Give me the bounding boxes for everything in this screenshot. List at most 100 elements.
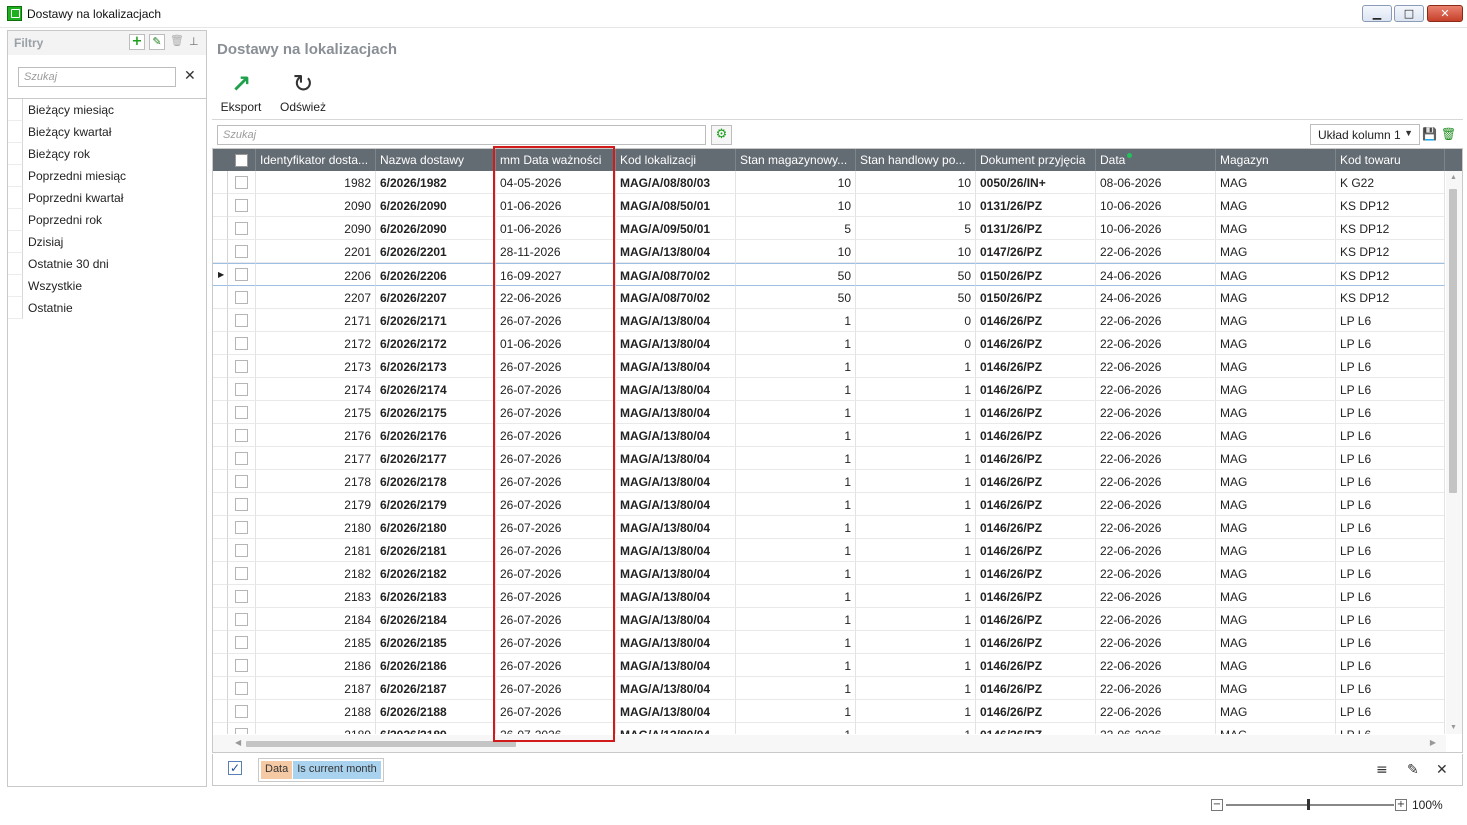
row-checkbox[interactable] <box>235 199 248 212</box>
column-header-delivery-id[interactable]: Identyfikator dosta... <box>256 149 376 171</box>
filter-item[interactable]: Ostatnie <box>8 297 206 319</box>
cell-receipt-document[interactable]: 0147/26/PZ <box>976 240 1096 263</box>
cell-trade-quantity[interactable]: 1 <box>856 493 976 516</box>
cell-product-code[interactable]: LP L6 <box>1336 608 1445 631</box>
cell-trade-quantity[interactable]: 10 <box>856 194 976 217</box>
cell-receipt-document[interactable]: 0146/26/PZ <box>976 654 1096 677</box>
cell-receipt-document[interactable]: 0146/26/PZ <box>976 608 1096 631</box>
column-header-location-code[interactable]: Kod lokalizacji <box>616 149 736 171</box>
cell-date[interactable]: 22-06-2026 <box>1096 493 1216 516</box>
cell-date[interactable]: 22-06-2026 <box>1096 240 1216 263</box>
cell-location-code[interactable]: MAG/A/13/80/04 <box>616 608 736 631</box>
cell-warehouse[interactable]: MAG <box>1216 217 1336 240</box>
cell-location-code[interactable]: MAG/A/13/80/04 <box>616 493 736 516</box>
cell-stock-quantity[interactable]: 10 <box>736 171 856 194</box>
row-checkbox[interactable] <box>235 245 248 258</box>
cell-stock-quantity[interactable]: 1 <box>736 424 856 447</box>
cell-location-code[interactable]: MAG/A/08/70/02 <box>616 263 736 286</box>
row-indicator[interactable] <box>213 355 228 378</box>
table-row[interactable]: 2187 6/2026/2187 26-07-2026 MAG/A/13/80/04 1… <box>213 677 1445 700</box>
cell-trade-quantity[interactable]: 1 <box>856 631 976 654</box>
cell-warehouse[interactable]: MAG <box>1216 286 1336 309</box>
cell-trade-quantity[interactable]: 50 <box>856 263 976 286</box>
cell-stock-quantity[interactable]: 1 <box>736 677 856 700</box>
table-row[interactable]: 2172 6/2026/2172 01-06-2026 MAG/A/13/80/04 1… <box>213 332 1445 355</box>
zoom-slider-thumb[interactable] <box>1307 799 1310 810</box>
cell-stock-quantity[interactable]: 1 <box>736 654 856 677</box>
cell-warehouse[interactable]: MAG <box>1216 723 1336 734</box>
cell-stock-quantity[interactable]: 1 <box>736 516 856 539</box>
cell-stock-quantity[interactable]: 1 <box>736 378 856 401</box>
cell-warehouse[interactable]: MAG <box>1216 654 1336 677</box>
cell-date[interactable]: 22-06-2026 <box>1096 378 1216 401</box>
row-checkbox[interactable] <box>235 222 248 235</box>
row-indicator[interactable] <box>213 332 228 355</box>
cell-receipt-document[interactable]: 0146/26/PZ <box>976 539 1096 562</box>
cell-expiry-date[interactable]: 01-06-2026 <box>496 332 616 355</box>
cell-expiry-date[interactable]: 26-07-2026 <box>496 608 616 631</box>
cell-product-code[interactable]: LP L6 <box>1336 309 1445 332</box>
cell-delivery-name[interactable]: 6/2026/2207 <box>376 286 496 309</box>
cell-date[interactable]: 22-06-2026 <box>1096 723 1216 734</box>
cell-trade-quantity[interactable]: 1 <box>856 654 976 677</box>
cell-product-code[interactable]: KS DP12 <box>1336 263 1445 286</box>
edit-filter-icon[interactable]: ✎ <box>1407 762 1419 778</box>
cell-product-code[interactable]: LP L6 <box>1336 378 1445 401</box>
row-checkbox[interactable] <box>235 475 248 488</box>
minimize-button[interactable]: ▁ <box>1362 5 1392 22</box>
cell-stock-quantity[interactable]: 1 <box>736 585 856 608</box>
cell-trade-quantity[interactable]: 10 <box>856 240 976 263</box>
cell-product-code[interactable]: KS DP12 <box>1336 240 1445 263</box>
cell-receipt-document[interactable]: 0146/26/PZ <box>976 562 1096 585</box>
column-header-delivery-name[interactable]: Nazwa dostawy <box>376 149 496 171</box>
row-indicator[interactable] <box>213 401 228 424</box>
row-checkbox[interactable] <box>235 567 248 580</box>
filter-item[interactable]: Poprzedni kwartał <box>8 187 206 209</box>
cell-trade-quantity[interactable]: 1 <box>856 539 976 562</box>
table-row[interactable]: 21896/2026/218926-07-2026MAG/A/13/80/041… <box>213 723 1445 734</box>
column-header-warehouse[interactable]: Magazyn <box>1216 149 1336 171</box>
horizontal-scroll-thumb[interactable] <box>246 741 516 747</box>
column-header-receipt-document[interactable]: Dokument przyjęcia <box>976 149 1096 171</box>
cell-delivery-id[interactable]: 1982 <box>256 171 376 194</box>
cell-delivery-name[interactable]: 6/2026/2185 <box>376 631 496 654</box>
filter-item[interactable]: Dzisiaj <box>8 231 206 253</box>
cell-expiry-date[interactable]: 01-06-2026 <box>496 217 616 240</box>
cell-date[interactable]: 22-06-2026 <box>1096 447 1216 470</box>
row-checkbox[interactable] <box>235 452 248 465</box>
row-indicator[interactable] <box>213 608 228 631</box>
cell-trade-quantity[interactable]: 10 <box>856 171 976 194</box>
delete-filter-button[interactable]: 🗑 <box>169 34 185 50</box>
cell-product-code[interactable]: LP L6 <box>1336 447 1445 470</box>
row-indicator[interactable] <box>213 171 228 194</box>
cell-warehouse[interactable]: MAG <box>1216 539 1336 562</box>
row-checkbox[interactable] <box>235 636 248 649</box>
cell-date[interactable]: 22-06-2026 <box>1096 309 1216 332</box>
cell-delivery-name[interactable]: 6/2026/2174 <box>376 378 496 401</box>
row-checkbox[interactable] <box>235 544 248 557</box>
cell-expiry-date[interactable]: 26-07-2026 <box>496 539 616 562</box>
cell-warehouse[interactable]: MAG <box>1216 700 1336 723</box>
cell-stock-quantity[interactable]: 1 <box>736 562 856 585</box>
cell-trade-quantity[interactable]: 1 <box>856 378 976 401</box>
cell-warehouse[interactable]: MAG <box>1216 355 1336 378</box>
row-indicator[interactable] <box>213 562 228 585</box>
cell-warehouse[interactable]: MAG <box>1216 562 1336 585</box>
cell-expiry-date[interactable]: 26-07-2026 <box>496 585 616 608</box>
scroll-right-icon[interactable]: ▶ <box>1430 738 1436 747</box>
table-row[interactable]: 2176 6/2026/2176 26-07-2026 MAG/A/13/80/04 1… <box>213 424 1445 447</box>
cell-warehouse[interactable]: MAG <box>1216 608 1336 631</box>
column-header-date[interactable]: Data <box>1096 149 1216 171</box>
cell-location-code[interactable]: MAG/A/08/50/01 <box>616 194 736 217</box>
cell-location-code[interactable]: MAG/A/08/70/02 <box>616 286 736 309</box>
cell-expiry-date[interactable]: 16-09-2027 <box>496 263 616 286</box>
cell-delivery-id[interactable]: 2188 <box>256 700 376 723</box>
cell-expiry-date[interactable]: 26-07-2026 <box>496 424 616 447</box>
cell-expiry-date[interactable]: 01-06-2026 <box>496 194 616 217</box>
row-checkbox[interactable] <box>235 613 248 626</box>
cell-delivery-id[interactable]: 2171 <box>256 309 376 332</box>
row-checkbox[interactable] <box>235 728 248 734</box>
cell-delivery-id[interactable]: 2178 <box>256 470 376 493</box>
cell-stock-quantity[interactable]: 5 <box>736 217 856 240</box>
cell-trade-quantity[interactable]: 1 <box>856 401 976 424</box>
